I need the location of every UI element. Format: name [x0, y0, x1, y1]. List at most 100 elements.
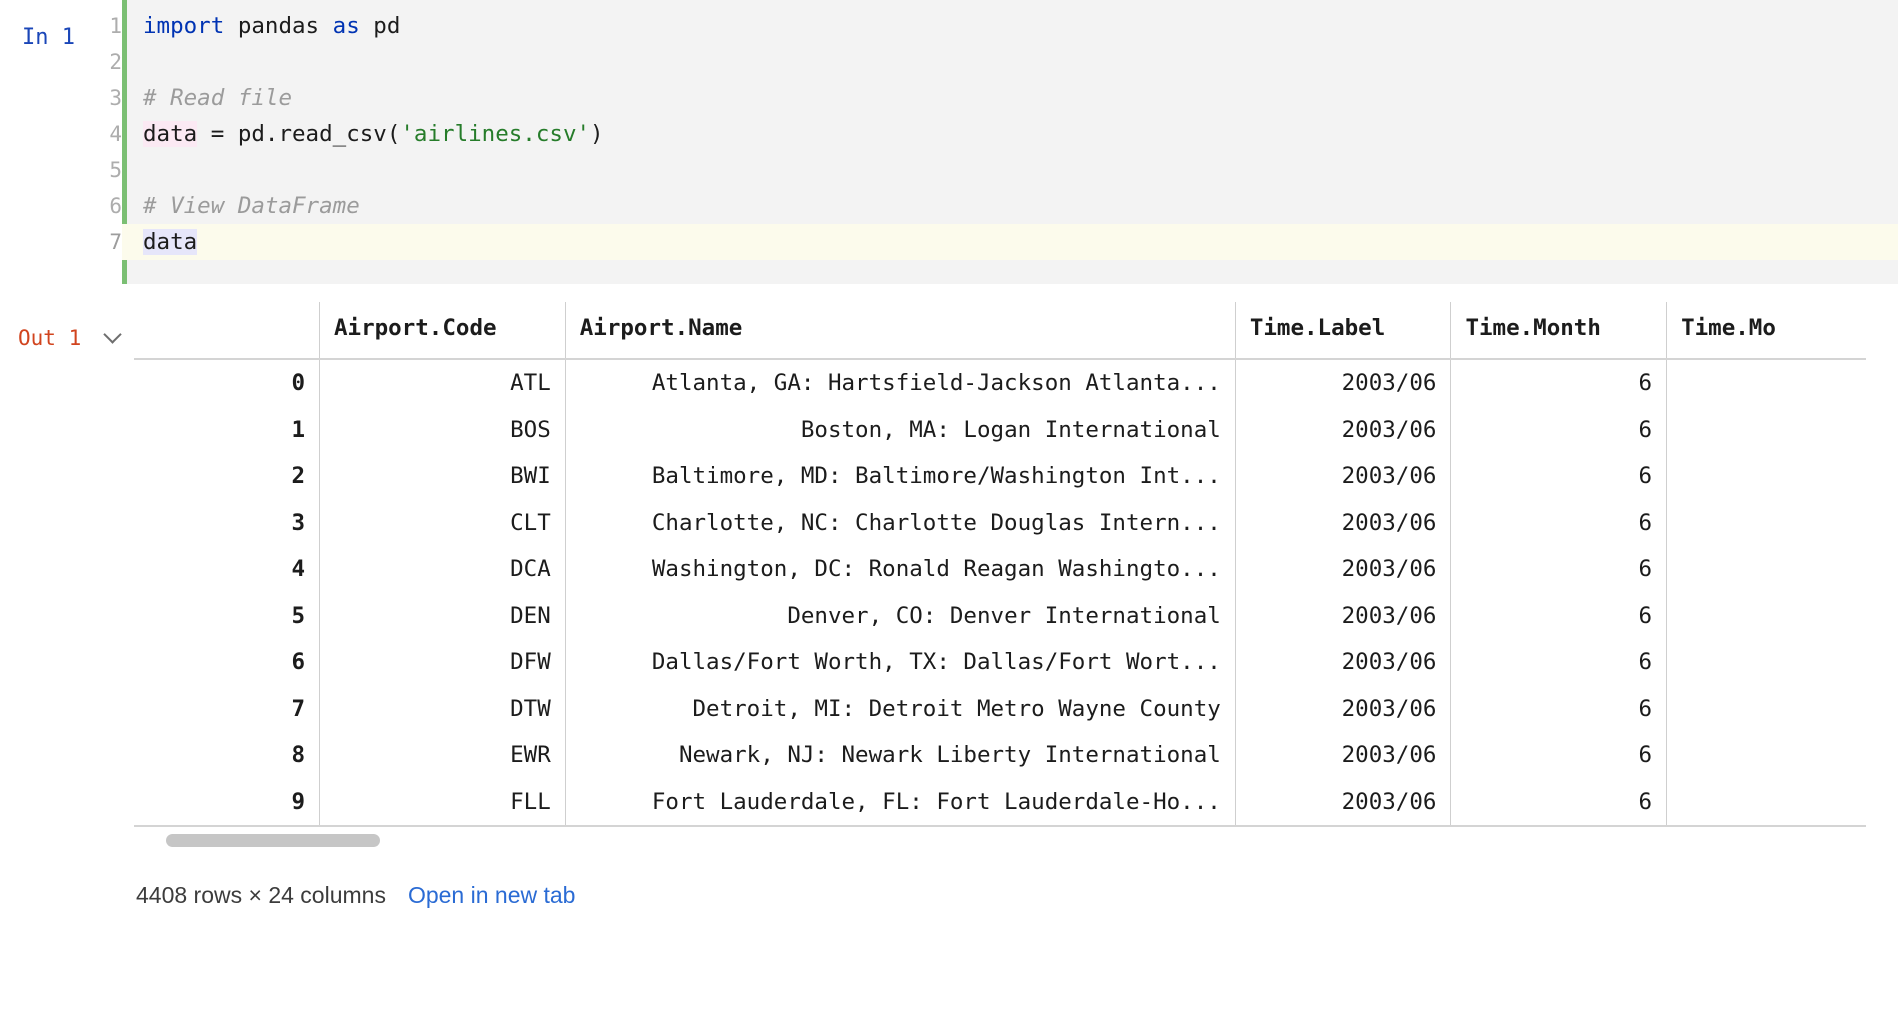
table-row[interactable]: 3CLTCharlotte, NC: Charlotte Douglas Int…: [134, 500, 1866, 547]
token-identifier-data: data: [143, 229, 197, 255]
cell-airport-name[interactable]: Boston, MA: Logan International: [565, 407, 1235, 454]
cell-airport-name[interactable]: Detroit, MI: Detroit Metro Wayne County: [565, 686, 1235, 733]
open-in-new-tab-link[interactable]: Open in new tab: [408, 882, 576, 909]
column-header-index[interactable]: [134, 302, 319, 359]
cell-index[interactable]: 2: [134, 453, 319, 500]
code-line-7[interactable]: data: [122, 224, 1898, 260]
table-row[interactable]: 6DFWDallas/Fort Worth, TX: Dallas/Fort W…: [134, 639, 1866, 686]
cell-time-label[interactable]: 2003/06: [1235, 686, 1451, 733]
cell-time-mo[interactable]: [1667, 359, 1866, 407]
table-row[interactable]: 0ATLAtlanta, GA: Hartsfield-Jackson Atla…: [134, 359, 1866, 407]
cell-airport-code[interactable]: DEN: [319, 593, 565, 640]
code-editor[interactable]: import pandas as pd # Read file data = p…: [122, 0, 1898, 284]
cell-index[interactable]: 0: [134, 359, 319, 407]
column-header-airport-code[interactable]: Airport.Code: [319, 302, 565, 359]
token-keyword-as: as: [333, 13, 360, 39]
code-line-5[interactable]: [127, 152, 1898, 188]
cell-airport-code[interactable]: DCA: [319, 546, 565, 593]
cell-time-month[interactable]: 6: [1451, 453, 1667, 500]
cell-airport-code[interactable]: FLL: [319, 779, 565, 827]
cell-time-month[interactable]: 6: [1451, 593, 1667, 640]
cell-time-label[interactable]: 2003/06: [1235, 779, 1451, 827]
cell-time-month[interactable]: 6: [1451, 407, 1667, 454]
column-header-time-mo[interactable]: Time.Mo: [1667, 302, 1866, 359]
cell-index[interactable]: 3: [134, 500, 319, 547]
cell-time-label[interactable]: 2003/06: [1235, 453, 1451, 500]
cell-airport-code[interactable]: ATL: [319, 359, 565, 407]
cell-airport-name[interactable]: Baltimore, MD: Baltimore/Washington Int.…: [565, 453, 1235, 500]
table-header-row: Airport.Code Airport.Name Time.Label Tim…: [134, 302, 1866, 359]
table-row[interactable]: 1BOSBoston, MA: Logan International2003/…: [134, 407, 1866, 454]
table-row[interactable]: 5DENDenver, CO: Denver International2003…: [134, 593, 1866, 640]
table-row[interactable]: 4DCAWashington, DC: Ronald Reagan Washin…: [134, 546, 1866, 593]
cell-time-label[interactable]: 2003/06: [1235, 407, 1451, 454]
cell-time-month[interactable]: 6: [1451, 732, 1667, 779]
line-number: 6: [92, 188, 122, 224]
cell-time-month[interactable]: 6: [1451, 686, 1667, 733]
cell-time-mo[interactable]: [1667, 732, 1866, 779]
cell-time-label[interactable]: 2003/06: [1235, 639, 1451, 686]
code-line-4[interactable]: data = pd.read_csv('airlines.csv'): [127, 116, 1898, 152]
code-line-6[interactable]: # View DataFrame: [127, 188, 1898, 224]
cell-index[interactable]: 4: [134, 546, 319, 593]
dataframe-output: Airport.Code Airport.Name Time.Label Tim…: [134, 302, 1898, 909]
cell-time-month[interactable]: 6: [1451, 779, 1667, 827]
token-paren-close: ): [590, 121, 604, 147]
table-row[interactable]: 2BWIBaltimore, MD: Baltimore/Washington …: [134, 453, 1866, 500]
cell-time-label[interactable]: 2003/06: [1235, 593, 1451, 640]
cell-time-mo[interactable]: [1667, 779, 1866, 827]
line-number: 3: [92, 80, 122, 116]
table-row[interactable]: 9FLLFort Lauderdale, FL: Fort Lauderdale…: [134, 779, 1866, 827]
cell-time-month[interactable]: 6: [1451, 500, 1667, 547]
cell-time-month[interactable]: 6: [1451, 546, 1667, 593]
cell-time-mo[interactable]: [1667, 407, 1866, 454]
column-header-time-label[interactable]: Time.Label: [1235, 302, 1451, 359]
cell-time-month[interactable]: 6: [1451, 359, 1667, 407]
cell-time-mo[interactable]: [1667, 500, 1866, 547]
cell-airport-code[interactable]: DFW: [319, 639, 565, 686]
cell-time-mo[interactable]: [1667, 686, 1866, 733]
column-header-airport-name[interactable]: Airport.Name: [565, 302, 1235, 359]
cell-time-mo[interactable]: [1667, 593, 1866, 640]
cell-airport-code[interactable]: DTW: [319, 686, 565, 733]
cell-index[interactable]: 7: [134, 686, 319, 733]
cell-airport-name[interactable]: Charlotte, NC: Charlotte Douglas Intern.…: [565, 500, 1235, 547]
cell-airport-name[interactable]: Fort Lauderdale, FL: Fort Lauderdale-Ho.…: [565, 779, 1235, 827]
line-number: 1: [92, 8, 122, 44]
table-row[interactable]: 7DTWDetroit, MI: Detroit Metro Wayne Cou…: [134, 686, 1866, 733]
column-header-time-month[interactable]: Time.Month: [1451, 302, 1667, 359]
cell-airport-name[interactable]: Atlanta, GA: Hartsfield-Jackson Atlanta.…: [565, 359, 1235, 407]
cell-airport-name[interactable]: Denver, CO: Denver International: [565, 593, 1235, 640]
output-collapse-toggle[interactable]: [92, 302, 134, 338]
cell-index[interactable]: 5: [134, 593, 319, 640]
code-line-3[interactable]: # Read file: [127, 80, 1898, 116]
cell-index[interactable]: 8: [134, 732, 319, 779]
cell-time-mo[interactable]: [1667, 639, 1866, 686]
cell-time-mo[interactable]: [1667, 546, 1866, 593]
code-cell-output: Out 1 Airport.Code: [0, 302, 1898, 909]
cell-time-label[interactable]: 2003/06: [1235, 546, 1451, 593]
cell-airport-code[interactable]: BWI: [319, 453, 565, 500]
cell-time-label[interactable]: 2003/06: [1235, 359, 1451, 407]
cell-index[interactable]: 1: [134, 407, 319, 454]
cell-airport-code[interactable]: EWR: [319, 732, 565, 779]
line-number: 4: [92, 116, 122, 152]
cell-airport-name[interactable]: Washington, DC: Ronald Reagan Washingto.…: [565, 546, 1235, 593]
cell-airport-name[interactable]: Dallas/Fort Worth, TX: Dallas/Fort Wort.…: [565, 639, 1235, 686]
cell-time-mo[interactable]: [1667, 453, 1866, 500]
cell-airport-code[interactable]: BOS: [319, 407, 565, 454]
cell-airport-name[interactable]: Newark, NJ: Newark Liberty International: [565, 732, 1235, 779]
cell-airport-code[interactable]: CLT: [319, 500, 565, 547]
cell-time-month[interactable]: 6: [1451, 639, 1667, 686]
code-line-2[interactable]: [127, 44, 1898, 80]
code-line-1[interactable]: import pandas as pd: [127, 8, 1898, 44]
dataframe-scroll-viewport[interactable]: Airport.Code Airport.Name Time.Label Tim…: [134, 302, 1896, 848]
cell-time-label[interactable]: 2003/06: [1235, 500, 1451, 547]
cell-index[interactable]: 9: [134, 779, 319, 827]
cell-time-label[interactable]: 2003/06: [1235, 732, 1451, 779]
table-row[interactable]: 8EWRNewark, NJ: Newark Liberty Internati…: [134, 732, 1866, 779]
horizontal-scrollbar[interactable]: [134, 834, 1866, 848]
cell-index[interactable]: 6: [134, 639, 319, 686]
line-number: 7: [92, 224, 122, 260]
horizontal-scrollbar-thumb[interactable]: [166, 834, 380, 847]
